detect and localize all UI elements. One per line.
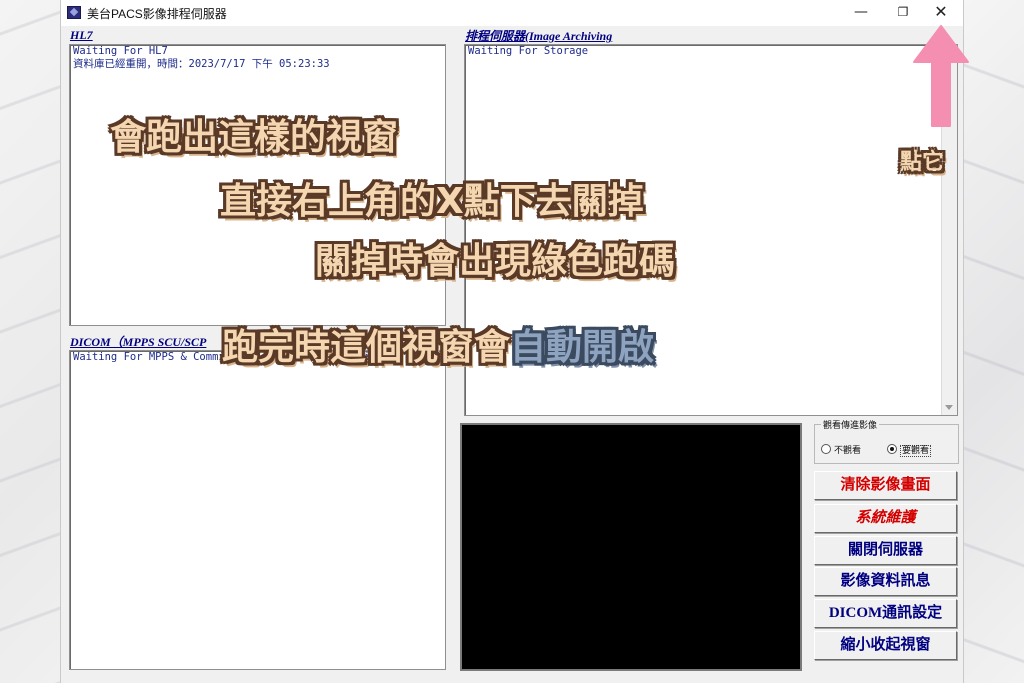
radio-view-dot[interactable] [887,444,897,454]
clear-image-button[interactable]: 清除影像畫面 [814,471,957,500]
radio-no-view-label: 不觀看 [834,446,862,456]
radio-no-view-dot[interactable] [821,444,831,454]
overlay-line-3: 關掉時會出現綠色跑碼 [315,241,676,282]
overlay-line-4-part2: 自動開啟 [510,327,655,368]
dicom-log-panel[interactable]: Waiting For MPPS & Commitment another as… [69,350,446,670]
background-marble-left [0,0,60,683]
scroll-down-icon[interactable] [945,405,953,410]
pointer-arrow-icon [913,25,969,127]
overlay-line-4: 跑完時這個視窗會自動開啟 [222,318,654,370]
hl7-log-line: Waiting For HL7 [73,45,168,57]
hl7-log-line: 資料庫已經重開，時間：2023/7/17 下午 05:23:33 [73,58,330,70]
archiving-label: 排程伺服器(Image Archiving [465,29,613,43]
dicom-label: DICOM（MPPS SCU/SCP [70,335,207,349]
archiving-log-line: Waiting For Storage [468,45,589,57]
window-title: 美台PACS影像排程伺服器 [87,7,227,21]
minimize-window-button[interactable]: 縮小收起視窗 [814,631,957,660]
app-icon [67,6,81,19]
view-group-title: 觀看傳進影像 [821,418,880,431]
minimize-button[interactable]: — [843,0,879,26]
radio-no-view[interactable]: 不觀看 [821,443,861,456]
close-server-button[interactable]: 關閉伺服器 [814,536,957,565]
view-images-group: 觀看傳進影像 不觀看 要觀看 [814,418,959,464]
overlay-click-hint: 點它 [900,150,945,175]
image-info-button[interactable]: 影像資料訊息 [814,567,957,596]
overlay-line-1: 會跑出這樣的視窗 [110,117,399,158]
system-maintenance-button[interactable]: 系統維護 [814,504,957,533]
dicom-settings-button[interactable]: DICOM通訊設定 [814,599,957,628]
overlay-line-2: 直接右上角的X點下去關掉 [220,181,644,222]
radio-view-label: 要觀看 [900,445,932,457]
title-bar: 美台PACS影像排程伺服器 — ❐ ✕ [61,0,963,26]
overlay-line-4-part1: 跑完時這個視窗會 [222,327,511,368]
image-preview [460,423,802,671]
radio-view[interactable]: 要觀看 [887,443,932,457]
hl7-label: HL7 [70,28,93,42]
